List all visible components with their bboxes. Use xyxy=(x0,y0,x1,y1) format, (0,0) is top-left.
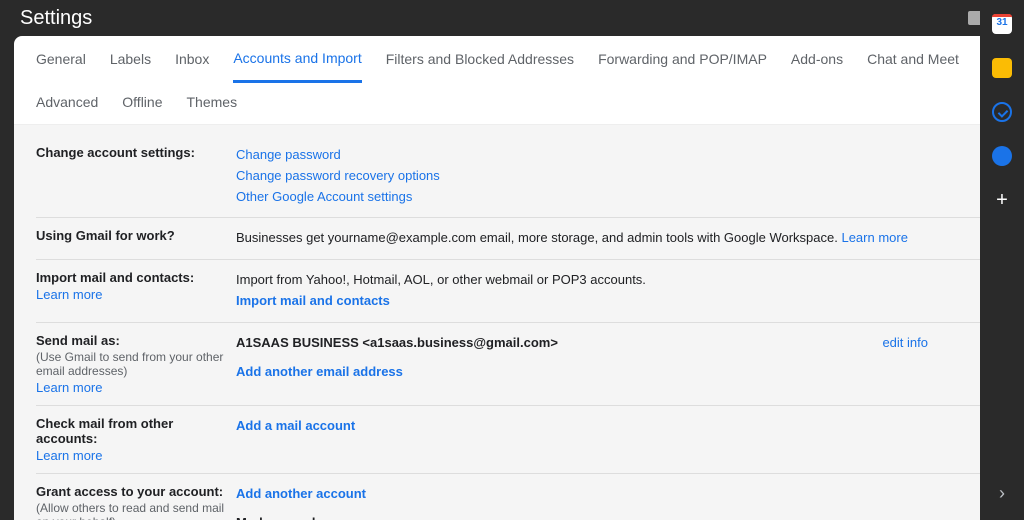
import-text: Import from Yahoo!, Hotmail, AOL, or oth… xyxy=(236,270,988,291)
settings-panel: General Labels Inbox Accounts and Import… xyxy=(14,36,1010,520)
tab-chat-meet[interactable]: Chat and Meet xyxy=(867,51,959,81)
section-title: Using Gmail for work? xyxy=(36,228,236,243)
contacts-icon[interactable] xyxy=(992,146,1012,166)
tab-offline[interactable]: Offline xyxy=(122,94,162,124)
link-edit-info[interactable]: edit info xyxy=(882,333,928,354)
tab-accounts-import[interactable]: Accounts and Import xyxy=(233,50,361,83)
keep-icon[interactable] xyxy=(992,58,1012,78)
link-learn-sendas[interactable]: Learn more xyxy=(36,380,236,395)
tab-forwarding[interactable]: Forwarding and POP/IMAP xyxy=(598,51,767,81)
link-learn-workspace[interactable]: Learn more xyxy=(841,230,907,245)
section-subtitle: (Allow others to read and send mail on y… xyxy=(36,501,236,520)
section-title: Grant access to your account: xyxy=(36,484,236,499)
plus-icon[interactable]: + xyxy=(996,190,1008,210)
section-title: Import mail and contacts: xyxy=(36,270,236,285)
link-other-settings[interactable]: Other Google Account settings xyxy=(236,187,988,208)
tab-labels[interactable]: Labels xyxy=(110,51,151,81)
tab-inbox[interactable]: Inbox xyxy=(175,51,209,81)
tab-addons[interactable]: Add-ons xyxy=(791,51,843,81)
link-recovery-options[interactable]: Change password recovery options xyxy=(236,166,988,187)
section-gmail-work: Using Gmail for work? Businesses get you… xyxy=(36,218,988,260)
section-grant-access: Grant access to your account: (Allow oth… xyxy=(36,474,988,520)
work-text: Businesses get yourname@example.com emai… xyxy=(236,230,841,245)
send-as-identity: A1SAAS BUSINESS <a1saas.business@gmail.c… xyxy=(236,333,882,354)
link-learn-import[interactable]: Learn more xyxy=(36,287,236,302)
mark-read-heading: Mark as read xyxy=(236,513,988,520)
page-title: Settings xyxy=(20,7,92,30)
link-add-email[interactable]: Add another email address xyxy=(236,362,988,383)
calendar-icon[interactable] xyxy=(992,14,1012,34)
link-add-mail-account[interactable]: Add a mail account xyxy=(236,416,988,437)
section-subtitle: (Use Gmail to send from your other email… xyxy=(36,350,236,378)
section-title: Check mail from other accounts: xyxy=(36,416,236,446)
link-change-password[interactable]: Change password xyxy=(236,145,988,166)
tasks-icon[interactable] xyxy=(992,102,1012,122)
settings-content[interactable]: Change account settings: Change password… xyxy=(14,125,1010,520)
section-import: Import mail and contacts: Learn more Imp… xyxy=(36,260,988,323)
tab-general[interactable]: General xyxy=(36,51,86,81)
link-learn-checkmail[interactable]: Learn more xyxy=(36,448,236,463)
link-import-action[interactable]: Import mail and contacts xyxy=(236,291,988,312)
section-send-as: Send mail as: (Use Gmail to send from yo… xyxy=(36,323,988,406)
section-title: Change account settings: xyxy=(36,145,236,160)
tab-filters[interactable]: Filters and Blocked Addresses xyxy=(386,51,574,81)
section-check-mail: Check mail from other accounts: Learn mo… xyxy=(36,406,988,474)
header-bar: Settings xyxy=(0,0,1024,36)
section-title: Send mail as: xyxy=(36,333,236,348)
section-change-account: Change account settings: Change password… xyxy=(36,135,988,218)
chevron-right-icon[interactable]: › xyxy=(999,483,1005,504)
tab-themes[interactable]: Themes xyxy=(187,94,238,124)
settings-tabs: General Labels Inbox Accounts and Import… xyxy=(14,36,1010,125)
side-panel: + › xyxy=(980,0,1024,520)
tab-advanced[interactable]: Advanced xyxy=(36,94,98,124)
link-add-account[interactable]: Add another account xyxy=(236,484,988,505)
